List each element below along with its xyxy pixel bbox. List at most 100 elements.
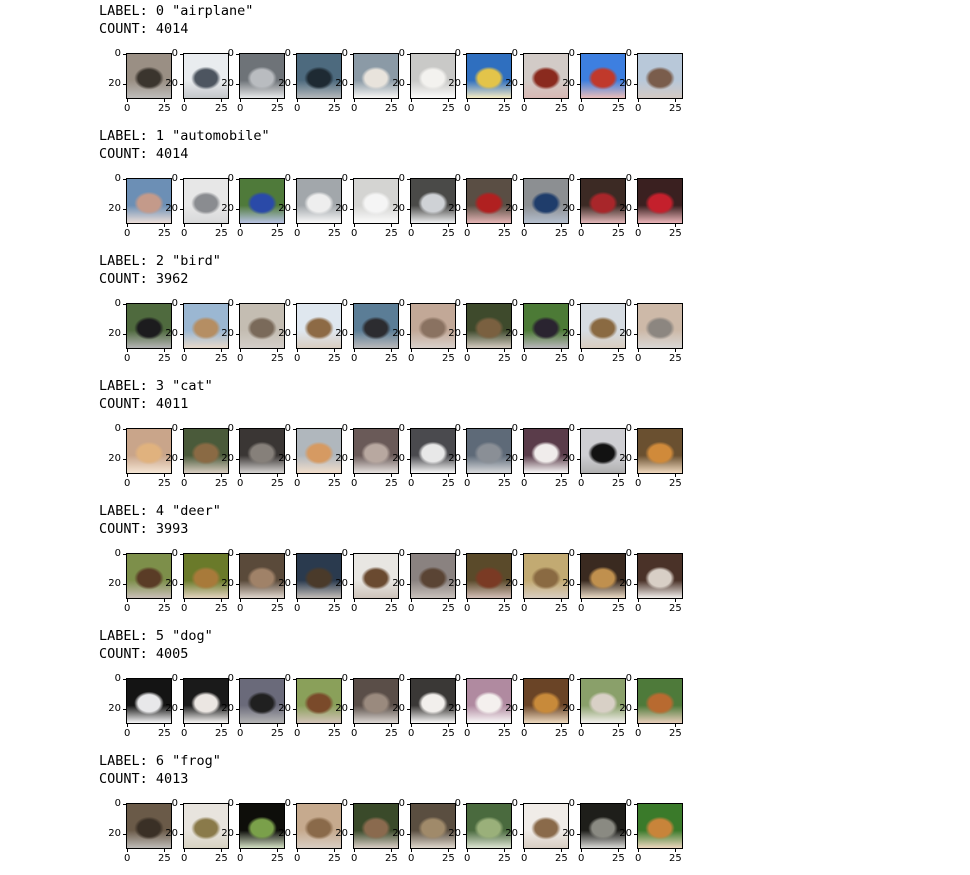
x-axis-tick-mark <box>448 724 449 727</box>
y-axis-tick-label: 0 <box>171 423 178 434</box>
y-axis-tick-label: 20 <box>335 578 348 589</box>
x-axis-tick-label: 0 <box>237 853 244 864</box>
x-axis-tick-mark <box>581 224 582 227</box>
y-axis-tick-label: 20 <box>108 203 121 214</box>
y-axis-tick-label: 20 <box>562 78 575 89</box>
y-axis-tick-mark <box>577 84 580 85</box>
y-axis-tick-mark <box>123 804 126 805</box>
x-axis-tick-label: 25 <box>385 478 398 489</box>
x-axis-tick-mark <box>184 224 185 227</box>
x-axis-tick-label: 25 <box>669 603 682 614</box>
y-axis-tick-mark <box>180 834 183 835</box>
y-axis-tick-mark <box>236 429 239 430</box>
x-axis-tick-mark <box>504 474 505 477</box>
y-axis-tick-label: 0 <box>284 423 291 434</box>
sample-image-thumbnail <box>183 428 229 474</box>
x-axis-tick-label: 0 <box>124 728 131 739</box>
sample-image-thumbnail <box>126 803 172 849</box>
y-axis-tick-mark <box>350 209 353 210</box>
y-axis-tick-mark <box>180 54 183 55</box>
x-axis-tick-label: 25 <box>158 353 171 364</box>
y-axis-tick-mark <box>634 304 637 305</box>
x-axis-tick-mark <box>504 349 505 352</box>
thumbnail-pixels <box>240 429 284 473</box>
x-axis-tick-label: 0 <box>181 603 188 614</box>
y-axis-tick-label: 20 <box>392 453 405 464</box>
thumbnail-pixels <box>240 179 284 223</box>
x-axis-tick-label: 25 <box>215 853 228 864</box>
thumbnail-pixels <box>411 54 455 98</box>
y-axis-tick-label: 20 <box>562 203 575 214</box>
y-axis-tick-mark <box>180 304 183 305</box>
x-axis-tick-label: 0 <box>521 353 528 364</box>
class-block: LABEL: 2 "bird" COUNT: 3962 0 20 0 25 0 20 0 25 0 2… <box>0 250 970 375</box>
sample-image-thumbnail <box>239 428 285 474</box>
y-axis-tick-label: 0 <box>625 48 632 59</box>
sample-image-thumbnail <box>523 553 569 599</box>
y-axis-tick-label: 20 <box>392 328 405 339</box>
x-axis-tick-mark <box>334 474 335 477</box>
x-axis-tick-label: 0 <box>181 228 188 239</box>
x-axis-tick-label: 25 <box>442 728 455 739</box>
y-axis-tick-mark <box>463 179 466 180</box>
x-axis-tick-mark <box>618 599 619 602</box>
y-axis-tick-mark <box>634 584 637 585</box>
y-axis-tick-label: 20 <box>619 703 632 714</box>
y-axis-tick-label: 20 <box>448 453 461 464</box>
x-axis-tick-mark <box>411 349 412 352</box>
x-axis-tick-label: 0 <box>294 728 301 739</box>
thumbnail-pixels <box>184 679 228 723</box>
y-axis-tick-mark <box>236 804 239 805</box>
thumbnail-pixels <box>127 679 171 723</box>
y-axis-tick-label: 20 <box>335 328 348 339</box>
x-axis-tick-mark <box>221 849 222 852</box>
thumbnail-pixels <box>581 54 625 98</box>
y-axis-tick-label: 20 <box>619 453 632 464</box>
thumbnail-pixels <box>127 804 171 848</box>
sample-image-thumbnail <box>637 553 683 599</box>
y-axis-tick-label: 0 <box>625 173 632 184</box>
x-axis-tick-mark <box>581 849 582 852</box>
x-axis-tick-mark <box>354 724 355 727</box>
x-axis-tick-label: 0 <box>521 603 528 614</box>
y-axis-tick-label: 0 <box>284 173 291 184</box>
x-axis-tick-mark <box>504 849 505 852</box>
class-label-text: LABEL: 0 "airplane" <box>99 3 254 19</box>
y-axis-tick-label: 20 <box>165 453 178 464</box>
x-axis-tick-mark <box>277 849 278 852</box>
y-axis-tick-label: 0 <box>398 798 405 809</box>
x-axis-tick-mark <box>127 224 128 227</box>
x-axis-tick-mark <box>391 599 392 602</box>
class-block: LABEL: 5 "dog" COUNT: 4005 0 20 0 25 0 20 0 25 0 20… <box>0 625 970 750</box>
x-axis-tick-label: 0 <box>351 228 358 239</box>
x-axis-tick-label: 0 <box>351 728 358 739</box>
y-axis-tick-mark <box>236 459 239 460</box>
y-axis-tick-label: 20 <box>619 328 632 339</box>
y-axis-tick-mark <box>634 804 637 805</box>
class-count-text: COUNT: 4011 <box>99 396 189 412</box>
y-axis-tick-mark <box>577 679 580 680</box>
sample-image-thumbnail <box>580 428 626 474</box>
x-axis-tick-mark <box>391 724 392 727</box>
y-axis-tick-mark <box>236 209 239 210</box>
x-axis-tick-mark <box>240 224 241 227</box>
y-axis-tick-label: 20 <box>165 78 178 89</box>
y-axis-tick-mark <box>520 429 523 430</box>
sample-image-thumbnail <box>126 553 172 599</box>
thumbnail-pixels <box>240 554 284 598</box>
y-axis-tick-label: 20 <box>221 828 234 839</box>
image-grid-row: 0 20 0 25 0 20 0 25 0 20 0 25 0 20 0 25 0 20 0 25 0 20 0 25 0 20 0… <box>0 418 970 498</box>
thumbnail-pixels <box>297 679 341 723</box>
x-axis-tick-mark <box>448 99 449 102</box>
y-axis-tick-label: 20 <box>278 453 291 464</box>
y-axis-tick-label: 20 <box>562 703 575 714</box>
x-axis-tick-mark <box>354 474 355 477</box>
thumbnail-pixels <box>638 304 682 348</box>
y-axis-tick-label: 0 <box>341 673 348 684</box>
x-axis-tick-label: 25 <box>498 353 511 364</box>
x-axis-tick-mark <box>675 99 676 102</box>
y-axis-tick-label: 0 <box>284 798 291 809</box>
x-axis-tick-label: 0 <box>408 728 415 739</box>
x-axis-tick-label: 0 <box>635 603 642 614</box>
class-block: LABEL: 3 "cat" COUNT: 4011 0 20 0 25 0 20 0 25 0 20… <box>0 375 970 500</box>
